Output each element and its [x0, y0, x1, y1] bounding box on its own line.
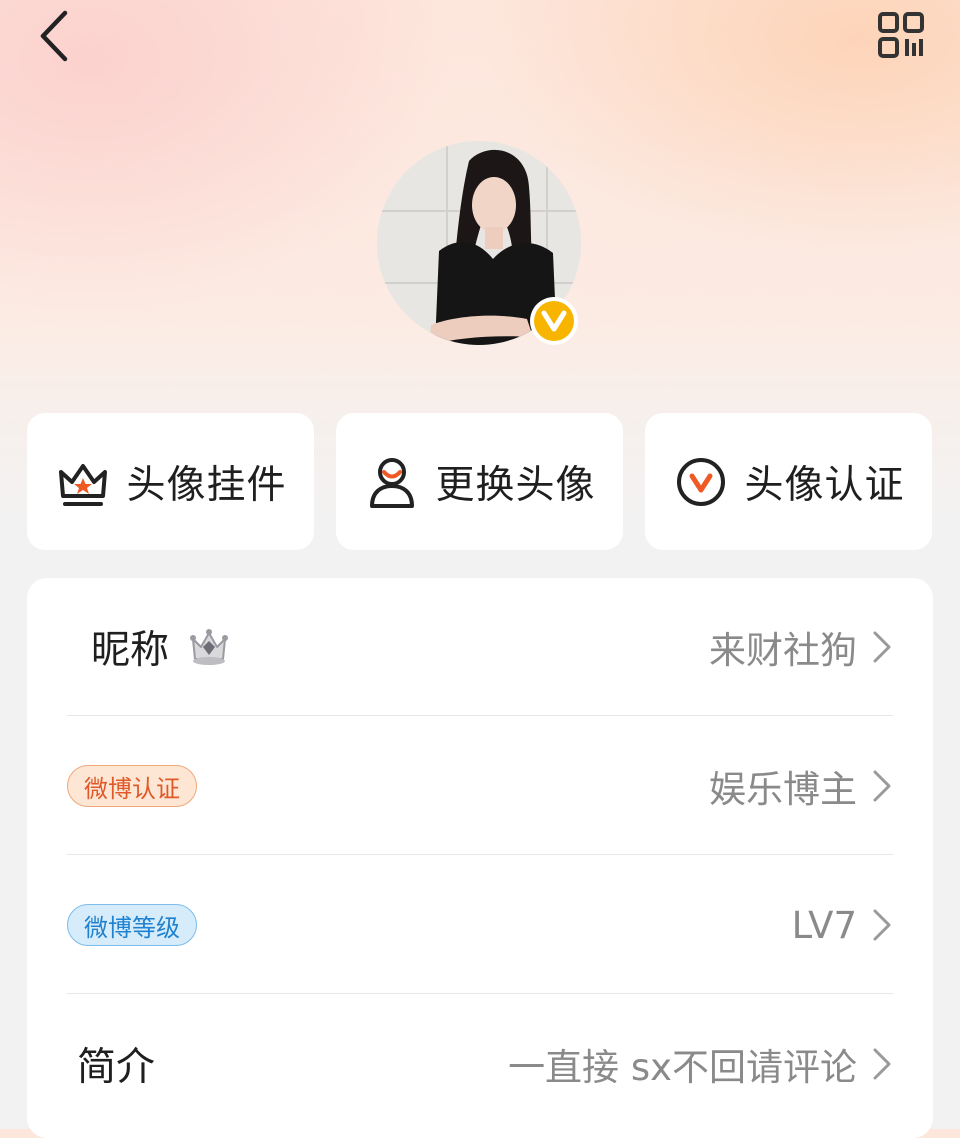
crown-icon [54, 453, 112, 511]
level-value: LV7 [791, 903, 857, 947]
verify-value: 娱乐博主 [709, 768, 857, 811]
chevron-right-icon [871, 629, 893, 665]
avatar-pendant-label: 头像挂件 [126, 462, 287, 508]
chevron-right-icon [871, 768, 893, 804]
qr-code-button[interactable] [872, 8, 932, 64]
weibo-level-row[interactable]: 微博等级 LV7 [67, 856, 893, 994]
weibo-verify-row[interactable]: 微博认证 娱乐博主 [67, 717, 893, 855]
crown-medal-icon [190, 629, 229, 665]
nickname-row[interactable]: 昵称 来财社狗 [67, 578, 893, 716]
divider [67, 854, 893, 855]
bio-value: 一直接 sx不回请评论 [508, 1046, 857, 1089]
chevron-right-icon [871, 1046, 893, 1082]
divider [67, 993, 893, 994]
chevron-left-icon [40, 10, 68, 62]
chevron-right-icon [871, 907, 893, 943]
avatar-pendant-button[interactable]: 头像挂件 [27, 413, 314, 550]
back-button[interactable] [28, 8, 80, 64]
bio-label: 简介 [77, 1045, 156, 1090]
nickname-value: 来财社狗 [709, 629, 857, 672]
divider [67, 715, 893, 716]
avatar-container[interactable] [377, 141, 583, 347]
person-icon [363, 453, 421, 511]
qr-code-icon [878, 12, 924, 58]
change-avatar-label: 更换头像 [435, 462, 596, 508]
profile-info-card: 昵称 来财社狗 微博认证 娱乐博主 微博等级 LV7 简介 一直接 sx不回请评… [27, 578, 933, 1138]
v-verify-icon [672, 453, 730, 511]
change-avatar-button[interactable]: 更换头像 [336, 413, 623, 550]
avatar-verify-button[interactable]: 头像认证 [645, 413, 932, 550]
avatar-verify-label: 头像认证 [744, 462, 905, 508]
weibo-level-tag: 微博等级 [67, 904, 197, 946]
verified-badge-icon [530, 297, 578, 345]
weibo-verify-tag: 微博认证 [67, 765, 197, 807]
nickname-label: 昵称 [91, 628, 170, 673]
bio-row[interactable]: 简介 一直接 sx不回请评论 [67, 995, 893, 1133]
